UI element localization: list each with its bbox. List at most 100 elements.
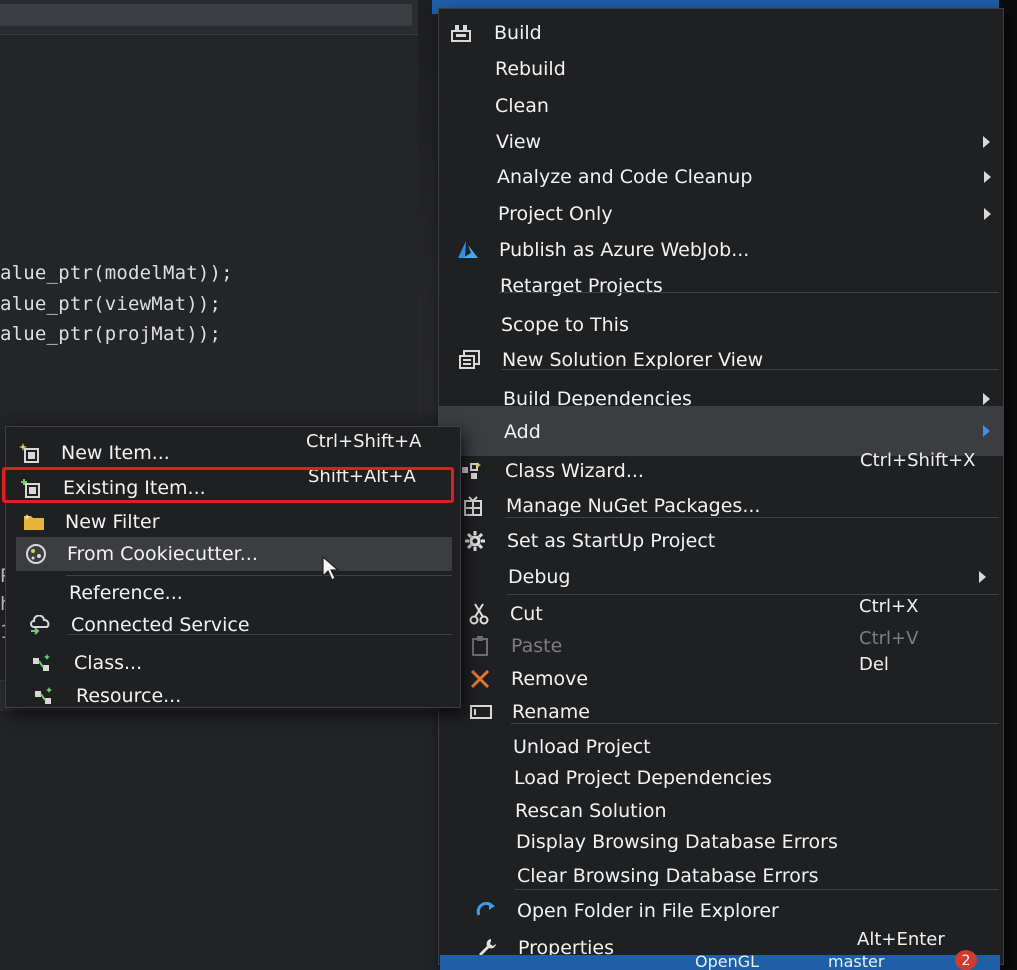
submenu-item-label: New Filter	[65, 511, 160, 533]
menu-item-label: Build	[494, 22, 542, 44]
menu-item-label: Cut	[510, 603, 543, 625]
submenu-item-class[interactable]: Class...	[6, 646, 460, 680]
menu-item-build[interactable]: Build	[439, 16, 1003, 50]
menu-item-label: Class Wizard...	[505, 460, 644, 482]
submenu-arrow-icon	[984, 208, 991, 220]
menu-item-open-folder-explorer[interactable]: Open Folder in File Explorer	[439, 894, 1003, 928]
menu-item-publish-azure-webjob[interactable]: Publish as Azure WebJob...	[439, 233, 1003, 267]
submenu-item-label: Connected Service	[71, 614, 250, 636]
screen: alue_ptr(modelMat)); alue_ptr(viewMat));…	[0, 0, 1017, 970]
new-item-icon	[18, 441, 42, 465]
menu-item-shortcut: Ctrl+Shift+X	[860, 450, 976, 471]
menu-item-project-only[interactable]: Project Only	[439, 197, 1003, 231]
submenu-arrow-icon	[983, 425, 990, 437]
menu-separator	[501, 369, 999, 370]
menu-item-paste[interactable]: Paste Ctrl+V	[439, 628, 1003, 663]
menu-item-cut[interactable]: Cut Ctrl+X	[439, 596, 1003, 631]
menu-item-label: Open Folder in File Explorer	[517, 900, 779, 922]
menu-item-label: Remove	[511, 668, 589, 690]
menu-item-label: Paste	[511, 635, 563, 657]
menu-separator	[499, 292, 999, 293]
nuget-icon	[461, 494, 485, 518]
code-line: alue_ptr(projMat));	[0, 323, 222, 345]
submenu-item-reference[interactable]: Reference...	[6, 576, 460, 610]
clipboard-icon	[468, 634, 492, 658]
resource-icon	[33, 684, 57, 708]
submenu-arrow-icon	[984, 171, 991, 183]
menu-item-rescan-solution[interactable]: Rescan Solution	[439, 794, 1003, 828]
menu-item-label: Rescan Solution	[515, 800, 667, 822]
cookiecutter-icon	[24, 542, 48, 566]
menu-item-label: Clear Browsing Database Errors	[517, 865, 819, 887]
menu-item-remove[interactable]: Remove Del	[439, 654, 1003, 696]
menu-item-view[interactable]: View	[439, 125, 1003, 159]
code-editor[interactable]	[0, 35, 418, 415]
status-bar: OpenGL master	[440, 955, 1000, 970]
menu-item-label: Rebuild	[495, 58, 566, 80]
menu-item-shortcut: Del	[859, 654, 889, 675]
menu-item-label: Scope to This	[501, 314, 629, 336]
menu-item-shortcut: Ctrl+X	[859, 596, 919, 617]
connected-service-icon	[28, 613, 52, 637]
menu-separator	[515, 889, 999, 890]
menu-item-analyze-code-cleanup[interactable]: Analyze and Code Cleanup	[439, 160, 1003, 194]
menu-item-set-startup-project[interactable]: Set as StartUp Project	[439, 524, 1003, 558]
menu-item-clean[interactable]: Clean	[439, 89, 1003, 123]
build-icon	[449, 21, 473, 45]
rename-icon	[469, 700, 493, 724]
menu-item-add[interactable]: Add	[439, 406, 1003, 456]
submenu-item-label: Class...	[74, 652, 143, 674]
menu-item-debug[interactable]: Debug	[439, 560, 1003, 594]
menu-item-unload-project[interactable]: Unload Project	[439, 730, 1003, 764]
submenu-item-label: Reference...	[69, 582, 183, 604]
menu-item-label: Clean	[495, 95, 549, 117]
submenu-arrow-icon	[983, 393, 990, 405]
gear-icon	[463, 529, 487, 553]
menu-item-label: Project Only	[498, 203, 613, 225]
menu-item-label: Retarget Projects	[500, 275, 663, 297]
menu-item-shortcut: Ctrl+V	[859, 628, 919, 649]
highlight-annotation-box	[2, 467, 454, 503]
submenu-item-shortcut: Ctrl+Shift+A	[306, 431, 422, 452]
submenu-item-label: From Cookiecutter...	[67, 543, 258, 565]
submenu-item-resource[interactable]: Resource...	[6, 679, 460, 713]
editor-tab[interactable]	[0, 4, 412, 26]
menu-item-display-browsing-db-errors[interactable]: Display Browsing Database Errors	[439, 825, 1003, 859]
menu-item-retarget-projects[interactable]: Retarget Projects	[439, 269, 1003, 303]
submenu-item-new-item[interactable]: New Item... Ctrl+Shift+A	[6, 431, 460, 470]
menu-item-scope-to-this[interactable]: Scope to This	[439, 308, 1003, 342]
close-icon	[468, 667, 492, 691]
status-bar-project[interactable]: OpenGL	[695, 955, 759, 970]
menu-item-label: Manage NuGet Packages...	[506, 495, 761, 517]
azure-icon	[456, 238, 480, 262]
submenu-item-connected-service[interactable]: Connected Service	[6, 608, 460, 642]
menu-separator	[505, 517, 999, 518]
menu-item-new-solution-explorer-view[interactable]: New Solution Explorer View	[439, 343, 1003, 377]
menu-separator	[68, 634, 452, 635]
class-icon	[31, 651, 55, 675]
menu-item-class-wizard[interactable]: Class Wizard... Ctrl+Shift+X	[439, 450, 1003, 488]
menu-item-label: Publish as Azure WebJob...	[499, 239, 750, 261]
status-bar-branch[interactable]: master	[828, 955, 884, 970]
code-line: alue_ptr(modelMat));	[0, 262, 233, 284]
menu-item-rebuild[interactable]: Rebuild	[439, 52, 1003, 86]
menu-item-shortcut: Alt+Enter	[857, 929, 945, 950]
menu-item-load-project-dependencies[interactable]: Load Project Dependencies	[439, 761, 1003, 795]
notification-badge[interactable]: 2	[955, 950, 977, 970]
menu-item-label: Unload Project	[513, 736, 651, 758]
editor-tab-strip	[0, 0, 418, 35]
submenu-item-label: New Item...	[61, 442, 170, 464]
submenu-item-new-filter[interactable]: New Filter	[6, 505, 460, 539]
refresh-folder-icon	[474, 899, 498, 923]
submenu-arrow-icon	[979, 571, 986, 583]
menu-separator	[511, 723, 999, 724]
submenu-item-label: Resource...	[76, 685, 182, 707]
submenu-item-from-cookiecutter[interactable]: From Cookiecutter...	[16, 537, 452, 571]
menu-separator	[507, 594, 999, 595]
menu-item-label: Display Browsing Database Errors	[516, 831, 838, 853]
menu-item-clear-browsing-db-errors[interactable]: Clear Browsing Database Errors	[439, 859, 1003, 893]
menu-item-label: New Solution Explorer View	[502, 349, 764, 371]
menu-item-label: Debug	[508, 566, 571, 588]
menu-item-label: Load Project Dependencies	[514, 767, 772, 789]
menu-item-label: Set as StartUp Project	[507, 530, 716, 552]
